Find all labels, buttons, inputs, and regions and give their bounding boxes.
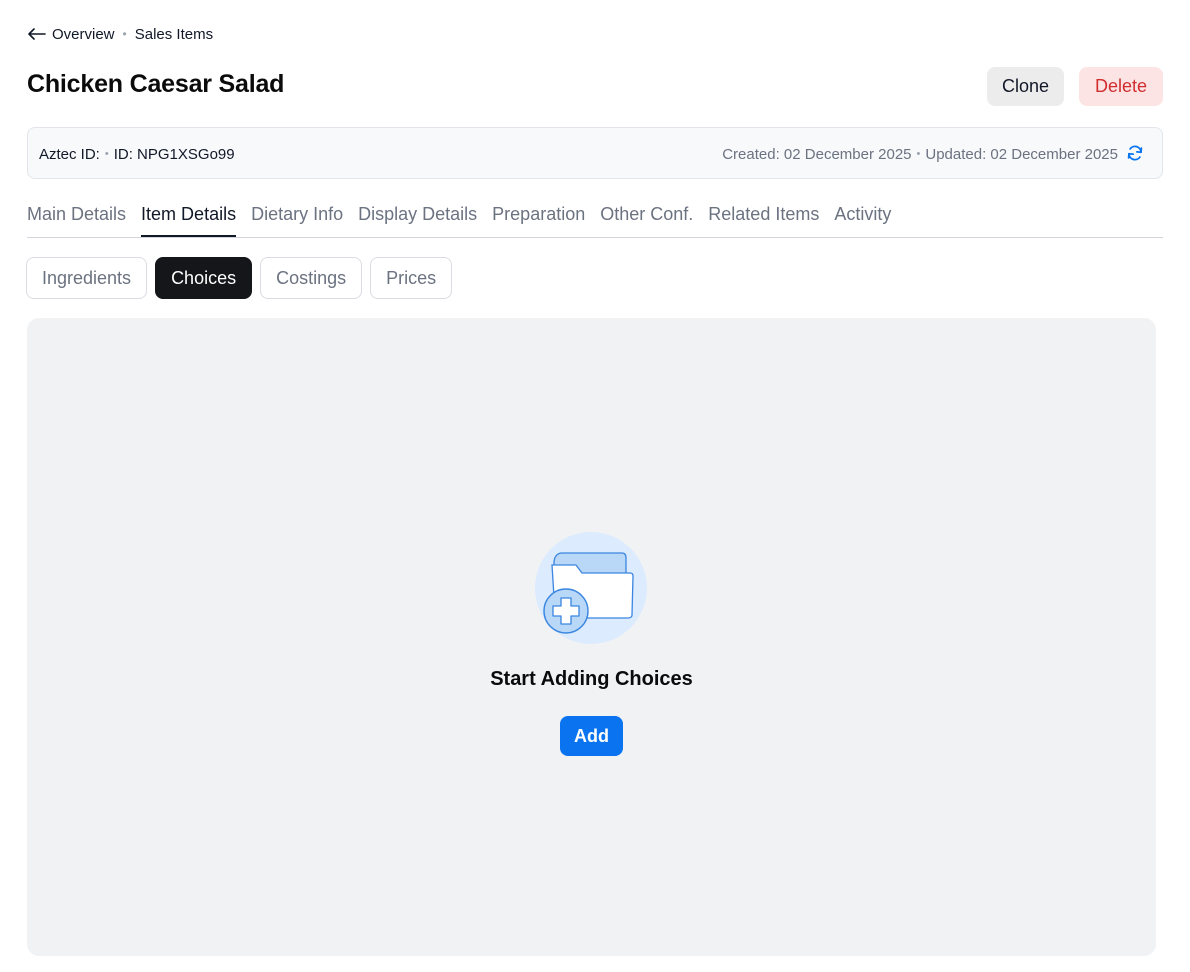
item-id: ID: NPG1XSGo99 [113,145,235,163]
refresh-icon[interactable] [1126,144,1144,162]
tab-related-items[interactable]: Related Items [708,200,819,237]
folder-add-icon [535,532,647,644]
subtab-ingredients[interactable]: Ingredients [26,257,148,299]
subtab-costings[interactable]: Costings [260,257,363,299]
tab-other-conf[interactable]: Other Conf. [600,200,693,237]
tab-dietary-info[interactable]: Dietary Info [251,200,343,237]
choices-panel: Start Adding Choices Add [27,318,1156,956]
sub-tabs: Ingredients Choices Costings Prices [26,257,460,299]
tab-preparation[interactable]: Preparation [492,200,585,237]
timestamp-separator: • [916,148,921,160]
subtab-prices[interactable]: Prices [370,257,453,299]
page-title: Chicken Caesar Salad [27,70,285,98]
id-info: Aztec ID: • ID: NPG1XSGo99 [39,128,235,180]
tab-activity[interactable]: Activity [834,200,891,237]
delete-button[interactable]: Delete [1079,67,1163,106]
breadcrumb-separator: • [122,27,127,41]
timestamps: Created: 02 December 2025 • Updated: 02 … [722,128,1118,180]
tab-item-details[interactable]: Item Details [141,200,237,237]
aztec-id-label: Aztec ID: [39,145,100,163]
clone-button[interactable]: Clone [987,67,1064,106]
info-separator: • [104,148,109,160]
arrow-left-icon [28,28,46,40]
empty-state-title: Start Adding Choices [490,668,693,690]
updated-date: Updated: 02 December 2025 [925,145,1118,163]
add-choice-button[interactable]: Add [560,716,623,756]
created-date: Created: 02 December 2025 [722,145,912,163]
tab-display-details[interactable]: Display Details [358,200,477,237]
info-bar: Aztec ID: • ID: NPG1XSGo99 Created: 02 D… [27,127,1163,179]
tab-main-details[interactable]: Main Details [27,200,126,237]
subtab-choices[interactable]: Choices [155,257,253,299]
main-tabs: Main Details Item Details Dietary Info D… [27,200,1163,238]
back-link[interactable]: Overview [27,26,115,43]
breadcrumb-current[interactable]: Sales Items [135,26,213,43]
breadcrumb: Overview • Sales Items [27,23,213,45]
breadcrumb-overview[interactable]: Overview [52,26,115,43]
